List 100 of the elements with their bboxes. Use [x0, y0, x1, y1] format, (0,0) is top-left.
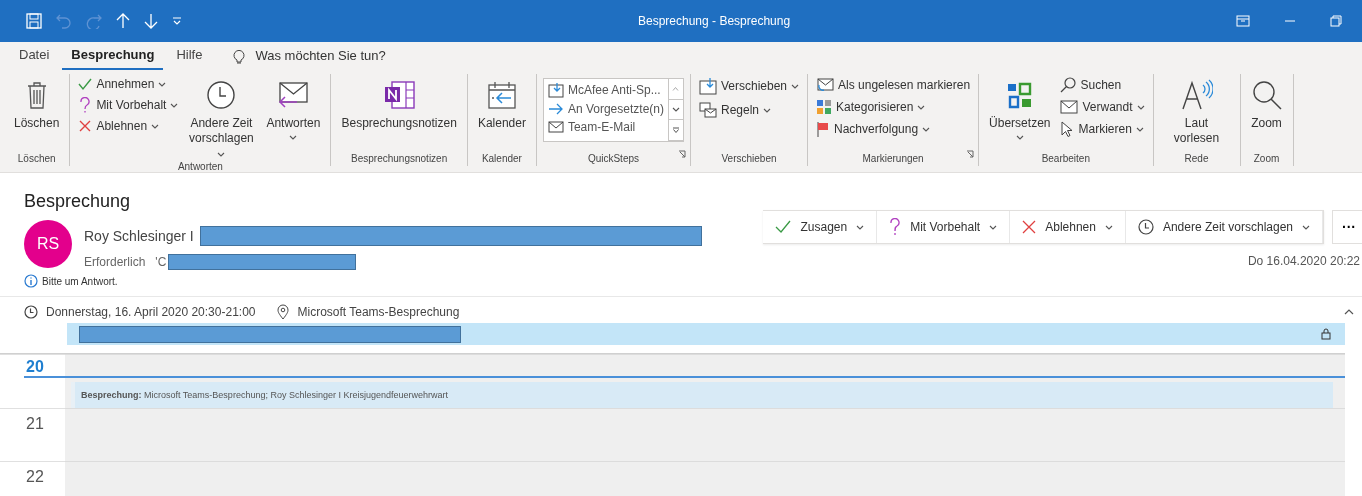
sender-name: Roy Schlesinger I: [84, 228, 194, 244]
ribbon-button[interactable]: Annehmen: [76, 76, 181, 92]
quickstep-item[interactable]: McAfee Anti-Sp...: [547, 81, 664, 99]
meeting-location: Microsoft Teams-Besprechung: [297, 305, 460, 319]
ribbon-button[interactable]: Verschieben: [697, 76, 802, 96]
ribbon-button[interactable]: Nachverfolgung: [814, 120, 973, 138]
lock-icon: [1321, 328, 1331, 340]
more-button[interactable]: ···: [1332, 210, 1362, 244]
menu-tab[interactable]: Hilfe: [167, 47, 212, 70]
group-label: Bearbeiten: [1041, 153, 1090, 166]
clock-icon: [1137, 219, 1154, 235]
ribbon-button[interactable]: Besprechungsnotizen: [337, 74, 461, 131]
meeting-time: Donnerstag, 16. April 2020 20:30-21:00: [46, 305, 256, 319]
caret-icon: [1136, 104, 1145, 110]
ribbon-button[interactable]: Ablehnen: [76, 118, 181, 134]
dialog-launcher-icon: [678, 150, 686, 158]
info-text: Bitte um Antwort.: [42, 275, 118, 287]
time-slot[interactable]: [65, 354, 1345, 376]
time-slot[interactable]: [65, 408, 1345, 461]
lightbulb-icon: [233, 47, 246, 64]
close-icon: [1022, 220, 1037, 234]
ribbon-button[interactable]: Regeln: [697, 100, 802, 120]
group-label: Markierungen: [862, 153, 924, 166]
caret-icon: [158, 81, 167, 87]
question-icon: [78, 97, 93, 113]
collapse-button[interactable]: [1344, 309, 1354, 315]
expand-icon: [672, 127, 680, 134]
dialog-launcher-icon: [966, 150, 975, 158]
envelope-icon: [1060, 99, 1079, 115]
clock-icon: [206, 80, 237, 110]
ribbon-display-icon: [1236, 15, 1250, 27]
envelope-icon: [547, 120, 564, 134]
recipient-name: 'C: [155, 255, 167, 269]
caret-icon: [170, 102, 179, 108]
ribbon-button[interactable]: Antworten: [262, 74, 325, 140]
location-pin-icon: [277, 304, 290, 320]
quickstep-item[interactable]: Team-E-Mail: [547, 119, 664, 135]
ribbon-button[interactable]: Kalender: [473, 74, 530, 131]
response-button[interactable]: Zusagen: [763, 211, 878, 243]
close-icon: [78, 119, 93, 133]
recipient-label: Erforderlich: [84, 255, 146, 269]
redo-icon: [86, 13, 102, 29]
arrow-icon: [547, 102, 564, 116]
response-button[interactable]: Mit Vorbehalt: [877, 211, 1011, 243]
caret-icon: [217, 152, 226, 157]
clock-icon: [24, 305, 38, 319]
message-heading: Besprechung: [24, 191, 132, 212]
chevron-icon: [1302, 224, 1310, 230]
info-icon: [24, 274, 38, 288]
ribbon-button[interactable]: Markieren: [1058, 120, 1147, 138]
group-label: Kalender: [481, 153, 522, 166]
calendar-event[interactable]: [65, 323, 1345, 345]
chevron-icon: [856, 224, 865, 230]
tell-me-field[interactable]: Was möchten Sie tun?: [253, 47, 458, 64]
window-title: Besprechung - Besprechung: [637, 14, 792, 28]
chevron-up-icon: [1344, 309, 1354, 315]
trash-icon: [25, 80, 48, 110]
caret-icon: [151, 123, 160, 129]
ribbon-button[interactable]: Laut vorlesen: [1159, 74, 1234, 146]
quickstep-item[interactable]: An Vorgesetzte(n): [547, 101, 664, 117]
group-label: Antworten: [177, 161, 223, 174]
chevron-icon: [989, 224, 998, 230]
ribbon-button[interactable]: Kategorisieren: [814, 98, 973, 116]
menu-tab[interactable]: Datei: [10, 47, 59, 70]
ribbon-button[interactable]: Als ungelesen markieren: [814, 76, 973, 94]
group-label: Löschen: [17, 153, 56, 166]
customize-icon: [172, 17, 182, 25]
avatar: RS: [24, 220, 72, 268]
envelope-icon: [816, 77, 835, 93]
received-date: Do 16.04.2020 20:22: [1247, 254, 1360, 268]
ribbon-button[interactable]: Löschen: [10, 74, 64, 131]
restore-icon: [1330, 15, 1342, 27]
ribbon-button[interactable]: Verwandt: [1058, 98, 1147, 116]
ribbon-button[interactable]: Mit Vorbehalt: [76, 96, 181, 114]
ribbon-button[interactable]: Übersetzen: [985, 74, 1055, 140]
undo-icon: [56, 13, 72, 29]
caret-icon: [922, 126, 931, 132]
save-icon: [26, 13, 42, 29]
check-icon: [78, 77, 93, 91]
up-arrow-icon: [116, 13, 130, 29]
folders-icon: [699, 101, 717, 119]
check-icon: [775, 220, 792, 234]
magnifier-icon: [1250, 79, 1283, 111]
caret-icon: [791, 83, 800, 89]
chevron-icon: [672, 107, 680, 112]
caret-icon: [289, 135, 298, 140]
ribbon-button[interactable]: Suchen: [1058, 76, 1147, 94]
group-label: QuickSteps: [587, 153, 639, 166]
question-icon: [889, 218, 902, 236]
envelope-icon: [277, 81, 310, 109]
speaker-icon: [1180, 79, 1213, 111]
group-label: Besprechungsnotizen: [351, 153, 448, 166]
ribbon-button[interactable]: Andere Zeit vorschlagen: [184, 74, 259, 161]
caret-icon: [1015, 135, 1024, 140]
caret-icon: [763, 107, 771, 113]
group-label: Rede: [1184, 153, 1209, 166]
ribbon-button[interactable]: Zoom: [1246, 74, 1287, 131]
response-button[interactable]: Andere Zeit vorschlagen: [1125, 211, 1323, 243]
response-button[interactable]: Ablehnen: [1010, 211, 1126, 243]
caret-icon: [1135, 126, 1144, 132]
